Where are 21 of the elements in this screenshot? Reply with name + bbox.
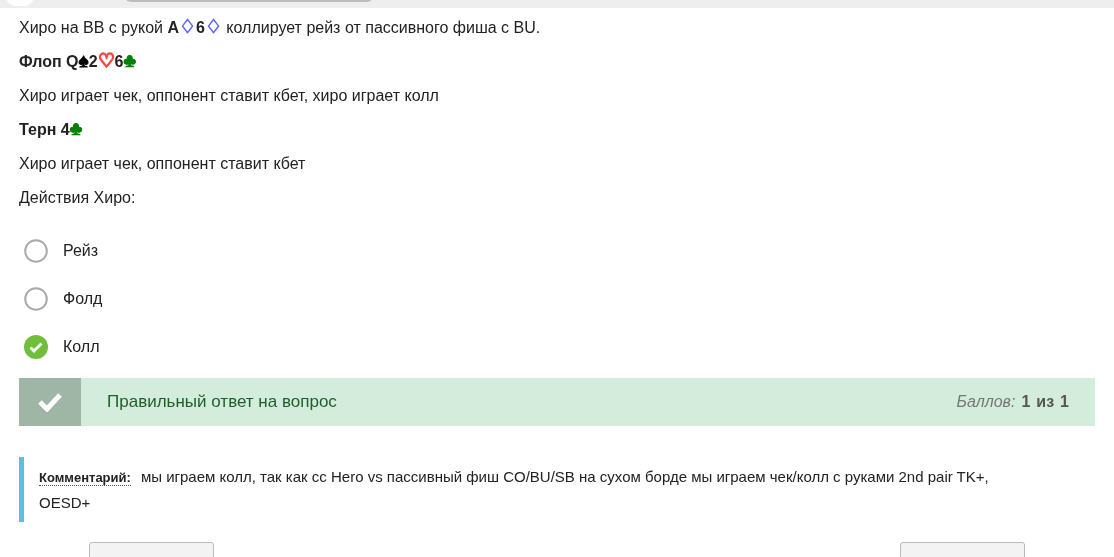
radio-button[interactable]	[24, 239, 48, 263]
street-heading: Флоп Q♠2♡6♣	[19, 51, 137, 72]
score-label: Баллов:	[956, 392, 1016, 412]
score-value: 1	[1021, 392, 1031, 412]
question-text: Хиро на BB с рукой A♢6♢ коллирует рейз от пассивного фиша с BU.	[19, 17, 542, 38]
comment-text: Комментарий: мы играем колл, так как cc Hero vs пассивный фиш CO/BU/SB на сухом борде мы играем чек/колл с руками 2nd pair TK+, OESD+	[39, 467, 990, 513]
next-button[interactable]	[900, 542, 1025, 557]
radio-button[interactable]	[24, 287, 48, 311]
option-label: Фолд	[63, 289, 103, 309]
score-of: из	[1036, 392, 1055, 412]
question-text: Действия Хиро:	[19, 188, 137, 208]
check-icon	[19, 378, 81, 426]
score-max: 1	[1060, 392, 1069, 412]
question-text: Хиро играет чек, оппонент ставит кбет	[19, 154, 307, 174]
feedback-message: Правильный ответ на вопрос	[107, 391, 337, 414]
question-text: Хиро играет чек, оппонент ставит кбет, хиро играет колл	[19, 86, 440, 106]
street-heading: Терн 4♣	[19, 119, 84, 140]
option-label: Колл	[63, 337, 100, 357]
option-label: Рейз	[63, 241, 99, 261]
previous-button[interactable]	[89, 542, 214, 557]
radio-checked-icon[interactable]	[24, 335, 48, 359]
